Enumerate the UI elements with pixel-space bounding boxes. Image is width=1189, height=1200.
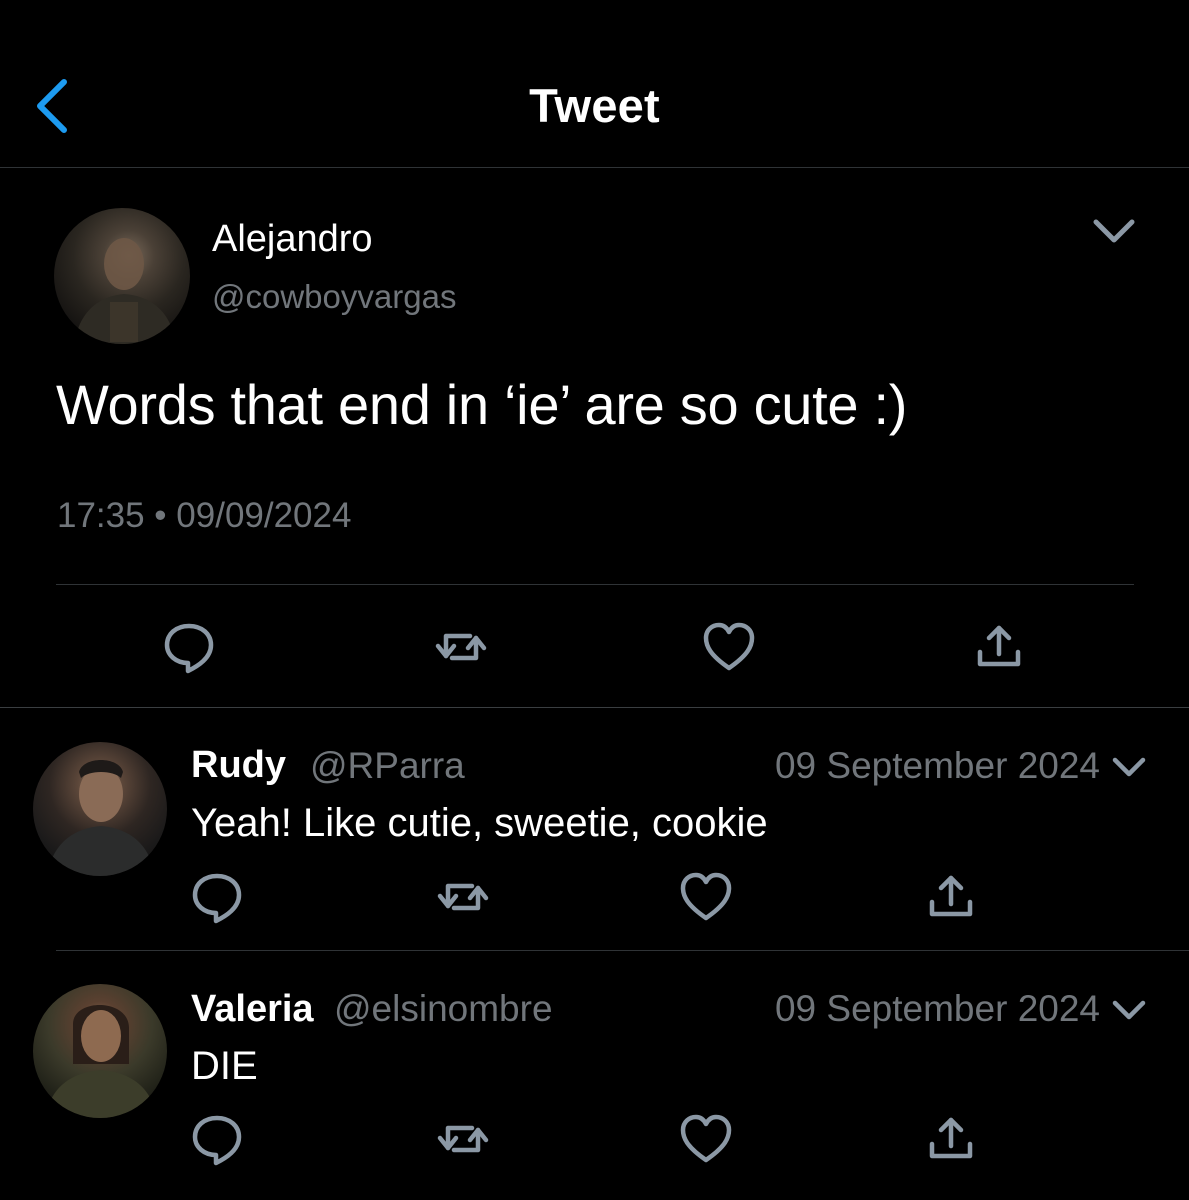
reply-author-name[interactable]: Valeria bbox=[191, 988, 314, 1031]
like-button[interactable] bbox=[677, 868, 735, 926]
reply-author-handle[interactable]: @elsinombre bbox=[334, 988, 553, 1030]
heart-icon bbox=[703, 622, 755, 671]
reply-date[interactable]: 09 September 2024 bbox=[775, 988, 1100, 1030]
page-title: Tweet bbox=[529, 79, 660, 132]
share-button[interactable] bbox=[970, 618, 1028, 676]
avatar[interactable] bbox=[33, 984, 167, 1118]
author-handle[interactable]: @cowboyvargas bbox=[212, 278, 456, 316]
more-options-button[interactable] bbox=[1110, 754, 1148, 780]
reply-author-name[interactable]: Rudy bbox=[191, 744, 286, 787]
avatar[interactable] bbox=[54, 208, 190, 344]
chevron-down-icon bbox=[1093, 219, 1135, 243]
reply-text: Yeah! Like cutie, sweetie, cookie bbox=[191, 801, 768, 845]
like-button[interactable] bbox=[677, 1110, 735, 1168]
share-icon bbox=[929, 1117, 973, 1159]
reply-author-handle[interactable]: @RParra bbox=[310, 745, 465, 787]
retweet-icon bbox=[435, 633, 487, 661]
share-button[interactable] bbox=[922, 1110, 980, 1168]
reply-icon bbox=[192, 1115, 242, 1166]
reply-icon bbox=[164, 623, 214, 674]
reply-date[interactable]: 09 September 2024 bbox=[775, 745, 1100, 787]
section-divider bbox=[0, 707, 1189, 708]
avatar-image bbox=[47, 760, 155, 876]
retweet-icon bbox=[437, 1125, 489, 1153]
retweet-button[interactable] bbox=[432, 618, 490, 676]
reply-text: DIE bbox=[191, 1044, 258, 1088]
avatar-image bbox=[45, 1004, 157, 1118]
reply-button[interactable] bbox=[188, 1110, 246, 1168]
reply-button[interactable] bbox=[188, 868, 246, 926]
chevron-down-icon bbox=[1112, 757, 1146, 777]
heart-icon bbox=[680, 1114, 732, 1163]
top-bar: Tweet bbox=[0, 0, 1189, 168]
chevron-down-icon bbox=[1112, 1000, 1146, 1020]
reply-button[interactable] bbox=[160, 618, 218, 676]
retweet-icon bbox=[437, 883, 489, 911]
divider bbox=[56, 950, 1189, 951]
like-button[interactable] bbox=[700, 618, 758, 676]
share-icon bbox=[929, 875, 973, 917]
heart-icon bbox=[680, 872, 732, 921]
avatar[interactable] bbox=[33, 742, 167, 876]
author-name[interactable]: Alejandro bbox=[212, 218, 373, 261]
more-options-button[interactable] bbox=[1090, 214, 1138, 250]
share-icon bbox=[977, 625, 1021, 667]
retweet-button[interactable] bbox=[434, 868, 492, 926]
avatar-image bbox=[74, 238, 176, 344]
share-button[interactable] bbox=[922, 868, 980, 926]
tweet-text: Words that end in ‘ie’ are so cute :) bbox=[56, 373, 908, 436]
retweet-button[interactable] bbox=[434, 1110, 492, 1168]
reply-icon bbox=[192, 873, 242, 924]
more-options-button[interactable] bbox=[1110, 997, 1148, 1023]
tweet-timestamp[interactable]: 17:35 • 09/09/2024 bbox=[57, 496, 351, 536]
divider bbox=[56, 584, 1134, 585]
